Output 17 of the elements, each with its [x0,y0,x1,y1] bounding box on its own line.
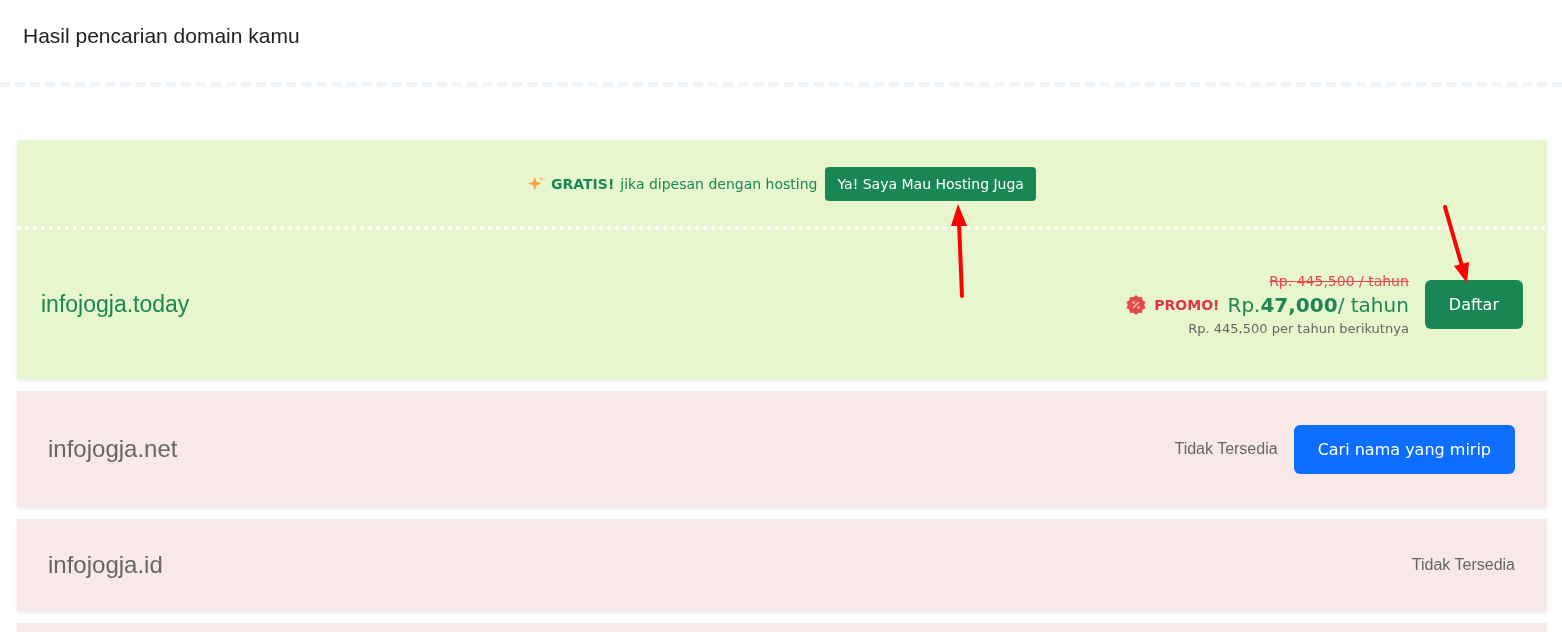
register-button[interactable]: Daftar [1424,280,1523,329]
domain-name: infojogja.id [48,551,163,579]
old-price: Rp. 445,500 / tahun [1269,273,1409,289]
status-text: Tidak Tersedia [1411,556,1515,574]
domain-name: infojogja.today [41,291,191,318]
renewal-price: Rp. 445,500 per tahun berikutnya [1188,321,1409,336]
domain-name: infojogja.net [48,435,178,463]
discount-badge-icon [1126,295,1147,315]
promo-text: jika dipesan dengan hosting [620,175,818,192]
promo-label: PROMO! [1154,297,1220,313]
status-text: Tidak Tersedia [1174,440,1278,458]
price: Rp.47,000/ tahun [1227,293,1409,317]
search-similar-button[interactable]: Cari nama yang mirip [1293,424,1515,474]
hosting-button[interactable]: Ya! Saya Mau Hosting Juga [825,166,1036,201]
promo-highlight: GRATIS! [551,175,615,192]
page-title: Hasil pencarian domain kamu [23,24,300,47]
sparkle-icon [528,175,546,192]
